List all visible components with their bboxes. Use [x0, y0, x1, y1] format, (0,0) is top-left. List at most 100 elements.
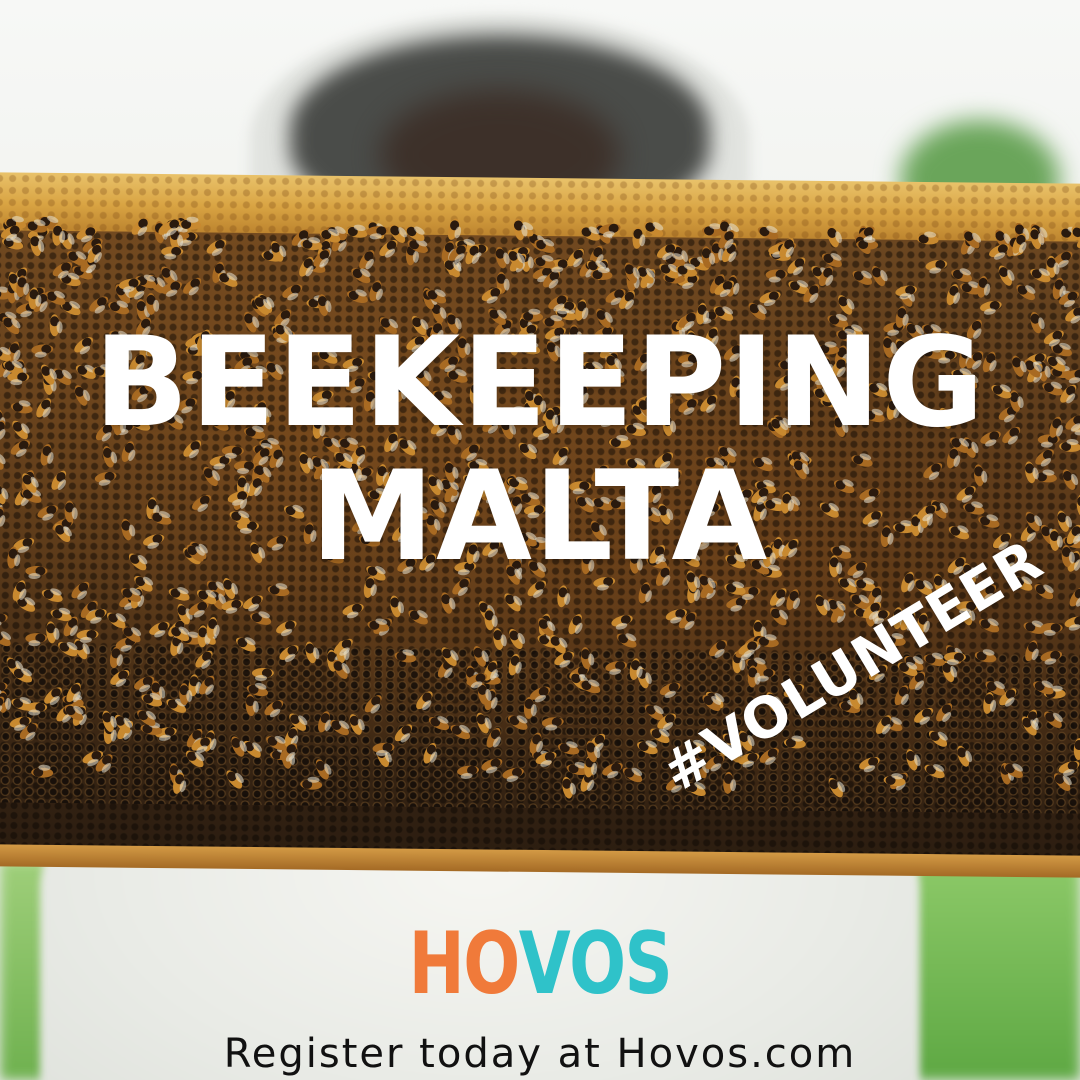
bee: [300, 776, 323, 790]
bee: [149, 621, 170, 638]
bee: [1040, 622, 1063, 636]
bee: [416, 691, 433, 711]
bee: [659, 682, 681, 698]
bee: [206, 239, 227, 256]
bee: [71, 581, 90, 600]
bee: [643, 221, 664, 237]
bee: [1044, 711, 1063, 728]
bee: [1025, 640, 1039, 662]
bee: [1069, 587, 1080, 607]
bee: [765, 269, 788, 283]
bee: [267, 583, 290, 597]
bee: [1040, 650, 1063, 665]
bee: [428, 716, 450, 731]
bee: [447, 218, 462, 240]
bee: [372, 742, 395, 757]
bee: [279, 645, 299, 662]
bee: [1016, 284, 1036, 301]
bee: [936, 703, 953, 722]
headline-line-1: BEEKEEPING: [94, 311, 986, 455]
bee: [998, 265, 1015, 286]
bee: [1064, 616, 1080, 631]
bee: [349, 714, 365, 735]
bee: [25, 633, 48, 647]
hovos-logo: HOVOS: [119, 918, 961, 1010]
bee: [359, 250, 375, 270]
bee: [541, 717, 564, 731]
bee: [450, 724, 471, 740]
bee: [235, 637, 256, 652]
bee: [251, 668, 274, 682]
bee: [983, 692, 997, 714]
bee: [827, 226, 842, 248]
bee: [423, 742, 438, 764]
bee: [914, 707, 934, 725]
bee: [342, 603, 364, 619]
bee: [974, 649, 997, 663]
bee: [102, 710, 117, 732]
bee: [243, 595, 263, 612]
bee: [457, 765, 479, 780]
bee: [916, 231, 939, 245]
bee: [509, 628, 526, 649]
bee: [110, 669, 130, 687]
bee: [394, 724, 413, 743]
bee: [0, 613, 8, 628]
bee: [605, 661, 628, 675]
bee: [347, 289, 368, 304]
bee: [821, 253, 842, 268]
bee: [504, 593, 523, 612]
bee: [508, 653, 522, 676]
bee: [977, 275, 991, 298]
bee: [957, 745, 973, 767]
bee: [369, 280, 383, 302]
logo-letter: O: [569, 914, 626, 1014]
bee: [925, 259, 948, 274]
bee: [852, 270, 873, 285]
bee: [924, 764, 945, 779]
bee: [859, 757, 880, 773]
bee: [616, 633, 637, 648]
logo-letter: S: [624, 914, 673, 1014]
bee: [502, 767, 524, 782]
bee: [305, 641, 320, 664]
bee: [330, 720, 350, 736]
bee: [168, 587, 190, 601]
bee: [282, 284, 303, 301]
bee: [46, 621, 60, 644]
register-call-to-action: Register today at Hovos.com: [223, 1031, 857, 1077]
bee: [895, 285, 918, 300]
bee: [906, 749, 921, 771]
bee: [408, 610, 428, 625]
bee: [484, 608, 498, 631]
bee: [557, 741, 580, 755]
bee: [226, 770, 244, 789]
bee: [476, 712, 492, 734]
bee: [276, 620, 297, 637]
bee: [871, 265, 888, 287]
bee: [245, 694, 259, 717]
bee: [41, 588, 63, 602]
headline-line-2: MALTA: [310, 445, 770, 589]
bee: [473, 646, 489, 667]
bee: [481, 758, 503, 774]
bee: [495, 246, 510, 269]
bee: [622, 767, 643, 783]
bee: [390, 595, 405, 618]
bee: [0, 755, 3, 780]
bee: [364, 695, 382, 714]
bee: [602, 762, 623, 779]
bee: [786, 589, 801, 611]
bee: [580, 647, 595, 670]
logo-letter: V: [518, 914, 571, 1014]
bee: [513, 218, 528, 241]
bee: [828, 777, 846, 798]
bee: [394, 649, 417, 663]
logo-letter: H: [408, 914, 465, 1014]
bee: [0, 630, 12, 647]
logo-letter: O: [463, 914, 520, 1014]
bee: [493, 628, 507, 650]
bee: [757, 225, 779, 240]
bee: [632, 226, 646, 249]
bee: [195, 650, 213, 669]
